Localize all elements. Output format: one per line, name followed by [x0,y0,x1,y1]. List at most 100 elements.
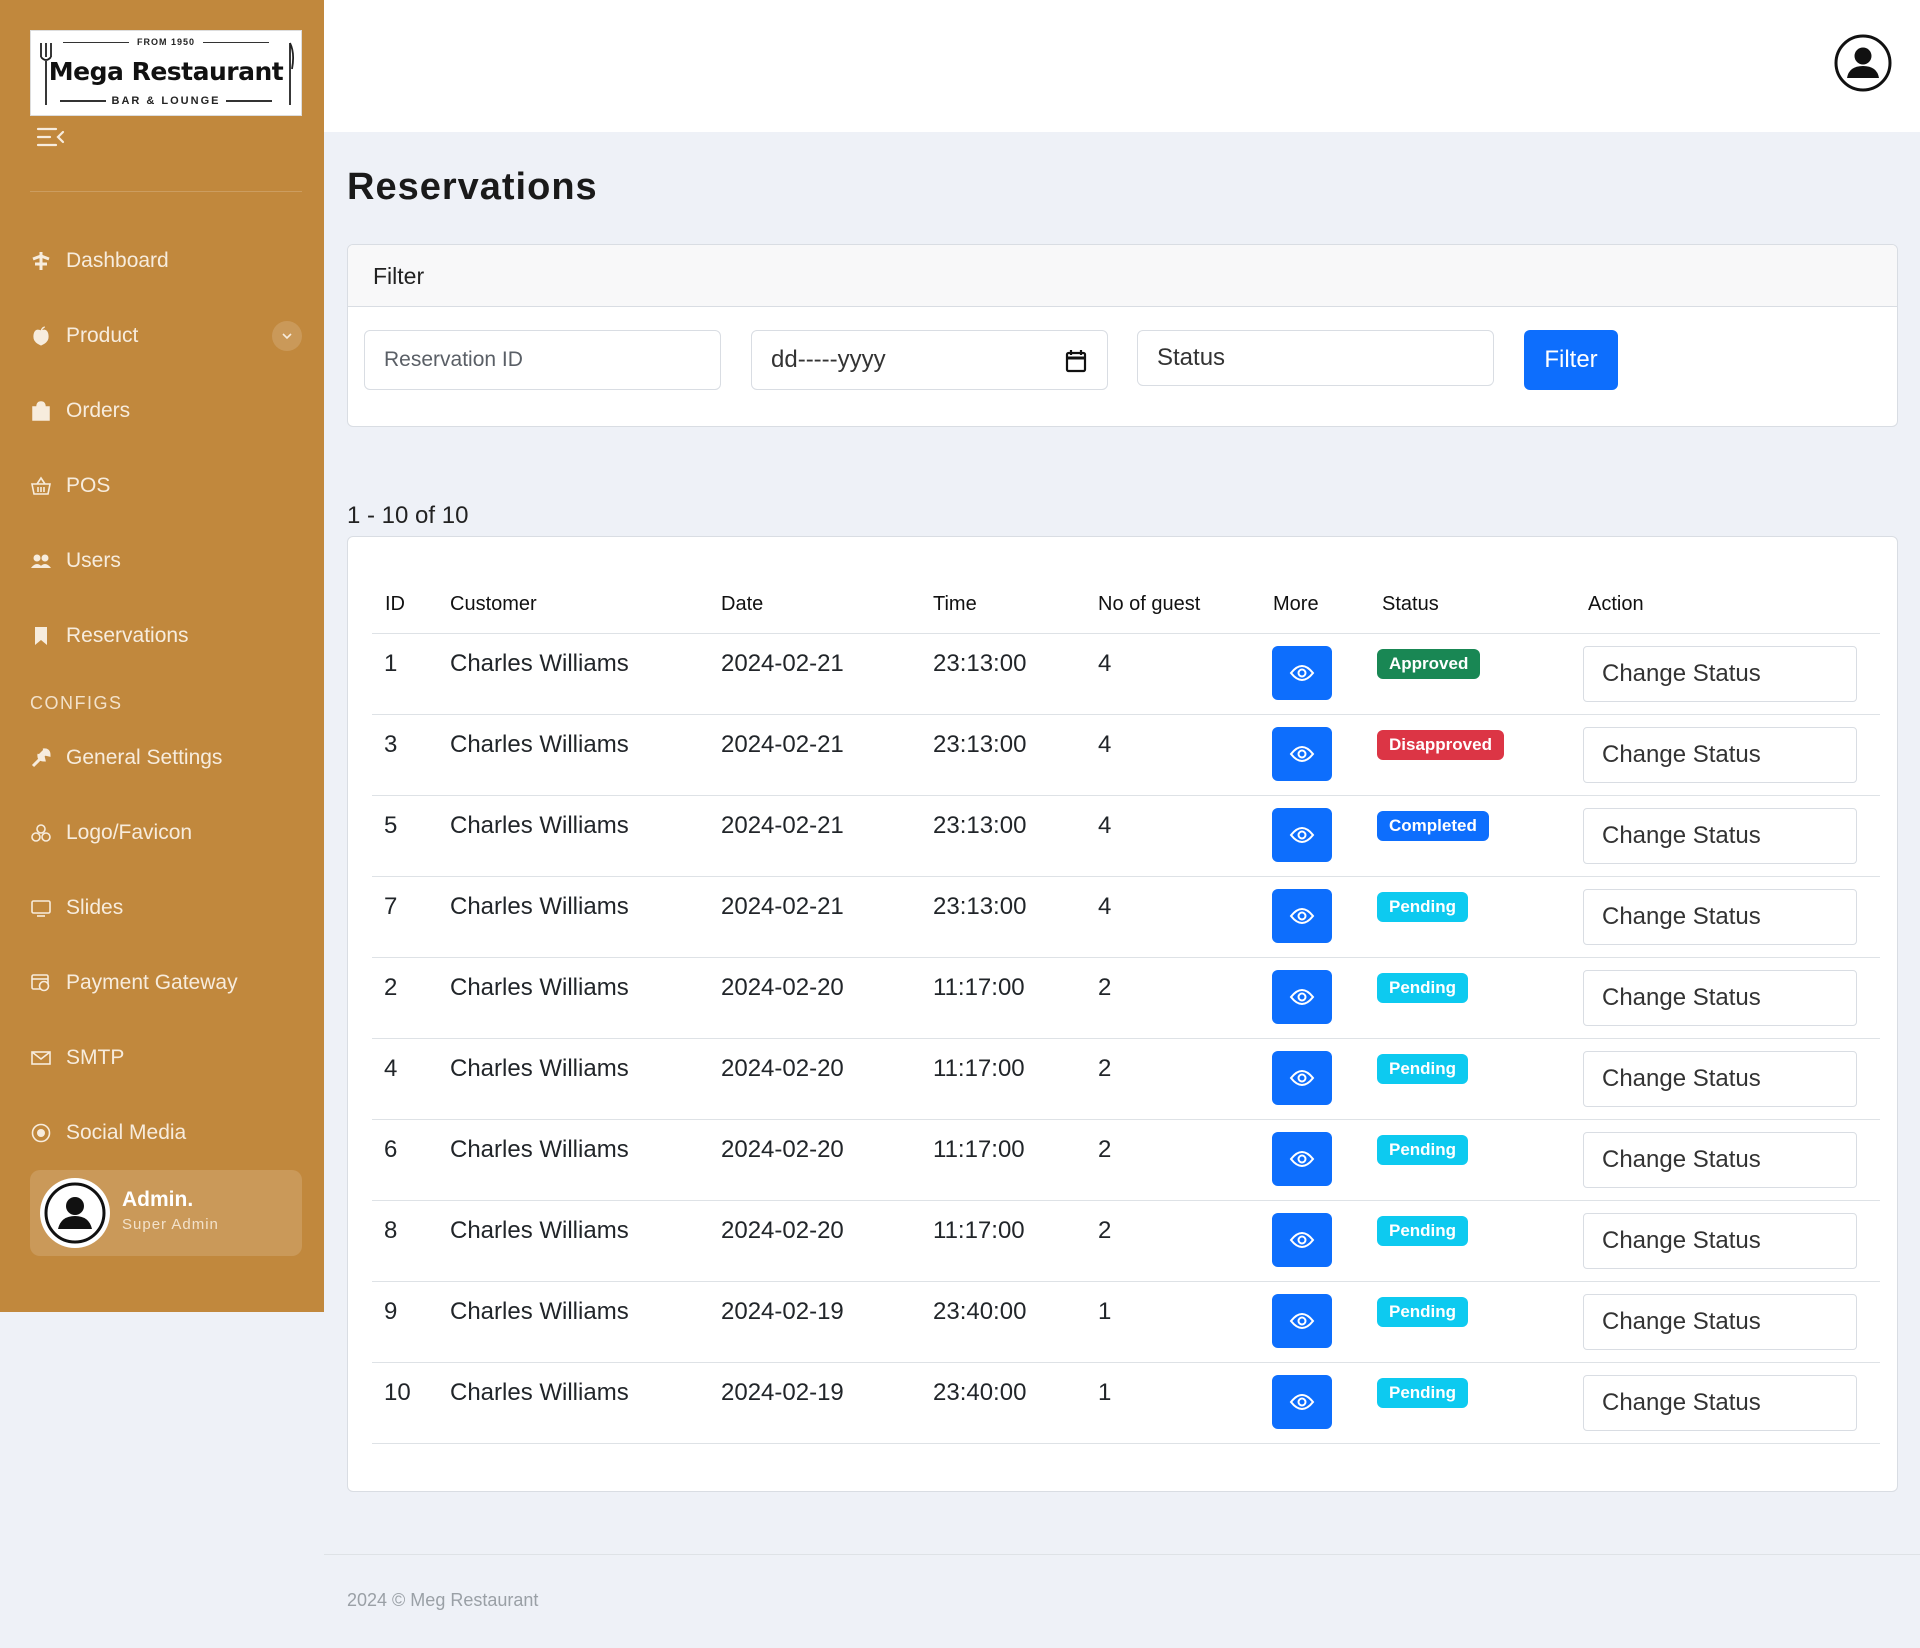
change-status-button[interactable]: Change Status [1583,1375,1857,1431]
cell-id: 8 [384,1217,398,1244]
view-details-button[interactable] [1272,1132,1332,1186]
configs-section-label: CONFIGS [30,693,123,713]
sidebar-item-reservations[interactable]: Reservations [30,616,302,656]
cell-date: 2024-02-21 [721,650,844,677]
eye-icon [1289,906,1315,926]
cell-date: 2024-02-19 [721,1379,844,1406]
reservations-table: ID Customer Date Time No of guest More S… [347,536,1898,1492]
user-account-icon[interactable] [1834,34,1892,92]
change-status-button[interactable]: Change Status [1583,970,1857,1026]
chevron-down-icon[interactable] [272,321,302,351]
view-details-button[interactable] [1272,646,1332,700]
cell-guests: 2 [1098,1055,1112,1082]
sidebar-item-users[interactable]: Users [30,541,302,581]
cell-time: 23:13:00 [933,812,1027,839]
shopping-bag-icon [30,400,52,422]
view-details-button[interactable] [1272,1294,1332,1348]
sidebar-item-smtp[interactable]: SMTP [30,1038,302,1078]
results-count: 1 - 10 of 10 [347,502,469,529]
wrench-icon [30,747,52,769]
admin-profile-card[interactable]: Admin. Super Admin [30,1170,302,1256]
calendar-icon[interactable] [1065,349,1087,373]
change-status-button[interactable]: Change Status [1583,889,1857,945]
column-header-more: More [1273,593,1319,615]
filter-button[interactable]: Filter [1524,330,1618,390]
table-row: 3 Charles Williams 2024-02-21 23:13:00 4 Disa… [372,714,1880,795]
change-status-button[interactable]: Change Status [1583,1051,1857,1107]
table-row: 6 Charles Williams 2024-02-20 11:17:00 2 Pend… [372,1119,1880,1200]
sidebar-item-label: Slides [66,896,124,919]
sidebar-item-payment-gateway[interactable]: Payment Gateway [30,963,302,1003]
cell-customer: Charles Williams [450,1055,629,1082]
sidebar-item-pos[interactable]: POS [30,466,302,506]
sidebar-item-slides[interactable]: Slides [30,888,302,928]
eye-icon [1289,1068,1315,1088]
table-row: 4 Charles Williams 2024-02-20 11:17:00 2 Pend… [372,1038,1880,1119]
brand-logo[interactable]: FROM 1950 Mega Restaurant BAR & LOUNGE [30,30,302,116]
user-avatar-icon [44,1182,106,1244]
view-details-button[interactable] [1272,808,1332,862]
cell-id: 9 [384,1298,398,1325]
sidebar-item-label: General Settings [66,746,223,769]
sidebar-item-orders[interactable]: Orders [30,391,302,431]
sidebar-divider [30,191,302,192]
table-row: 5 Charles Williams 2024-02-21 23:13:00 4 Comp… [372,795,1880,876]
cell-guests: 1 [1098,1379,1112,1406]
apple-icon [30,325,52,347]
cell-id: 7 [384,893,398,920]
status-badge: Approved [1377,649,1481,679]
view-details-button[interactable] [1272,1375,1332,1429]
reservation-id-input[interactable] [364,330,721,390]
cell-time: 11:17:00 [933,1136,1025,1163]
cell-customer: Charles Williams [450,974,629,1001]
cell-customer: Charles Williams [450,1136,629,1163]
cell-customer: Charles Williams [450,812,629,839]
change-status-button[interactable]: Change Status [1583,646,1857,702]
change-status-button[interactable]: Change Status [1583,727,1857,783]
view-details-button[interactable] [1272,1213,1332,1267]
view-details-button[interactable] [1272,1051,1332,1105]
eye-icon [1289,987,1315,1007]
change-status-button[interactable]: Change Status [1583,808,1857,864]
eye-icon [1289,744,1315,764]
date-input[interactable]: dd-----yyyy [751,330,1108,390]
eye-icon [1289,1392,1315,1412]
top-bar [324,0,1920,132]
view-details-button[interactable] [1272,970,1332,1024]
cell-date: 2024-02-21 [721,731,844,758]
cell-time: 11:17:00 [933,1217,1025,1244]
bookmark-icon [30,625,52,647]
change-status-button[interactable]: Change Status [1583,1294,1857,1350]
view-details-button[interactable] [1272,889,1332,943]
cell-date: 2024-02-20 [721,1055,844,1082]
change-status-button[interactable]: Change Status [1583,1213,1857,1269]
sidebar-item-dashboard[interactable]: Dashboard [30,241,302,281]
sidebar-item-logo-favicon[interactable]: Logo/Favicon [30,813,302,853]
sidebar-item-label: Product [66,324,139,347]
cell-time: 11:17:00 [933,974,1025,1001]
cell-date: 2024-02-20 [721,1136,844,1163]
sidebar-item-label: Orders [66,399,131,422]
status-badge: Pending [1377,973,1469,1003]
change-status-button[interactable]: Change Status [1583,1132,1857,1188]
sidebar-item-social-media[interactable]: Social Media [30,1113,302,1153]
sidebar: FROM 1950 Mega Restaurant BAR & LOUNGE D… [0,0,324,1312]
date-placeholder: dd-----yyyy [771,346,886,373]
footer-copyright: 2024 © Meg Restaurant [347,1590,539,1610]
cell-customer: Charles Williams [450,893,629,920]
sidebar-item-product[interactable]: Product [30,316,302,356]
cell-date: 2024-02-19 [721,1298,844,1325]
brand-subtitle: BAR & LOUNGE [31,95,301,107]
status-select[interactable]: Status [1137,330,1494,386]
page-title: Reservations [347,166,598,208]
sidebar-item-general-settings[interactable]: General Settings [30,738,302,778]
cell-customer: Charles Williams [450,1379,629,1406]
cell-guests: 2 [1098,1136,1112,1163]
view-details-button[interactable] [1272,727,1332,781]
status-select-label: Status [1157,344,1226,371]
collapse-menu-icon[interactable] [36,124,66,150]
cell-date: 2024-02-20 [721,974,844,1001]
cell-id: 4 [384,1055,398,1082]
logo-icon [30,822,52,844]
cell-guests: 1 [1098,1298,1112,1325]
